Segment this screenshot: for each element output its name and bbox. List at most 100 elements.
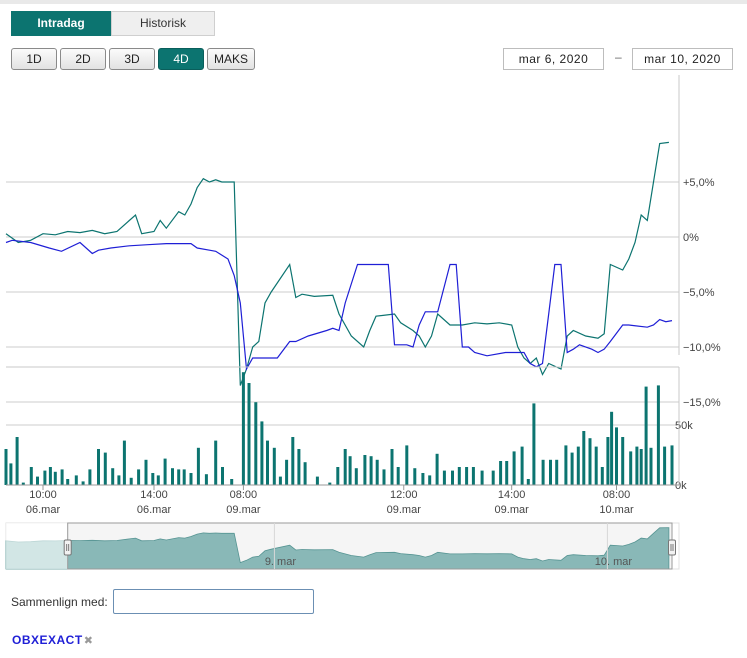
volume-bar: [615, 427, 618, 485]
volume-bar: [621, 437, 625, 485]
x-tick-time: 10:00: [29, 489, 57, 501]
volume-bar: [4, 449, 8, 485]
volume-bar: [600, 467, 604, 485]
volume-bar: [354, 468, 358, 485]
compare-input[interactable]: [112, 589, 314, 614]
compare-chip-label[interactable]: OBXEXACT: [12, 633, 83, 647]
x-tick-date: 09.mar: [387, 504, 422, 516]
volume-bar: [421, 473, 425, 485]
x-tick-date: 10.mar: [599, 504, 634, 516]
volume-bar: [15, 437, 19, 485]
volume-bar: [343, 449, 347, 485]
volume-bar: [241, 372, 245, 485]
volume-bar: [278, 476, 282, 485]
price-chart: +5,0% 0% −5,0% −10,0% −15,0% 50k 0k 10:00 06.mar…: [4, 75, 721, 570]
volume-bar: [266, 440, 269, 485]
volume-bar: [204, 474, 208, 485]
volume-bar: [639, 449, 643, 485]
volume-bar: [43, 470, 47, 485]
x-tick-time: 14:00: [140, 489, 168, 501]
volume-bar: [382, 469, 386, 485]
volume-bar: [137, 469, 141, 485]
date-from-input[interactable]: mar 6, 2020: [503, 48, 604, 70]
volume-bar: [156, 475, 160, 485]
y-tick-label: 0%: [683, 232, 699, 244]
volume-bar: [9, 463, 13, 485]
volume-bar: [649, 447, 653, 485]
range-1d-button[interactable]: 1D: [11, 48, 57, 70]
volume-bar: [428, 475, 432, 485]
volume-bar: [103, 452, 107, 485]
volume-bar: [53, 471, 57, 485]
volume-bar: [526, 479, 530, 485]
x-tick-time: 12:00: [390, 489, 418, 501]
volume-bar: [363, 455, 367, 485]
volume-bar: [435, 453, 439, 485]
volume-bar: [564, 445, 568, 485]
volume-bar: [196, 447, 200, 485]
volume-bar: [375, 459, 379, 485]
volume-bar: [315, 476, 319, 485]
volume-bar: [29, 467, 33, 485]
volume-bar: [582, 431, 586, 485]
volume-bar: [520, 446, 524, 485]
volume-bar: [74, 475, 78, 485]
x-tick-date: 06.mar: [137, 504, 172, 516]
close-icon[interactable]: ✖: [84, 634, 93, 647]
volume-bar: [610, 411, 614, 485]
volume-bar: [570, 452, 574, 485]
navigator-handle[interactable]: [63, 539, 72, 556]
volume-bar: [117, 475, 121, 485]
volume-bar: [451, 470, 454, 485]
volume-bar: [272, 447, 276, 485]
navigator-handle[interactable]: [668, 539, 676, 556]
range-3d-button[interactable]: 3D: [109, 48, 155, 70]
range-2d-button[interactable]: 2D: [60, 48, 106, 70]
volume-bar: [499, 461, 503, 485]
volume-bar: [606, 437, 610, 485]
tab-intradag[interactable]: Intradag: [11, 11, 111, 36]
volume-bar: [303, 462, 307, 485]
volume-bar: [182, 469, 186, 485]
volume-bar: [214, 440, 218, 485]
volume-bar: [663, 446, 667, 485]
volume-bar: [505, 461, 509, 485]
y-tick-label: −15,0%: [683, 397, 721, 409]
volume-bar: [635, 446, 639, 485]
navigator-label: 9. mar: [265, 556, 297, 568]
volume-bar: [549, 459, 552, 485]
volume-bar: [189, 473, 193, 485]
volume-bar: [541, 459, 545, 485]
volume-bar: [81, 481, 85, 485]
navigator-selection: [67, 522, 673, 570]
volume-bar: [247, 383, 251, 485]
volume-bar: [163, 458, 167, 485]
volume-bar: [60, 469, 64, 485]
x-tick-time: 08:00: [230, 489, 258, 501]
volume-bar: [285, 459, 289, 485]
tab-historisk[interactable]: Historisk: [111, 11, 215, 36]
navigator-mask: [6, 523, 68, 569]
range-maks-button[interactable]: MAKS: [207, 48, 256, 70]
volume-bar: [644, 386, 648, 485]
volume-bar: [396, 467, 400, 485]
volume-bar: [177, 469, 181, 485]
volume-bar: [670, 445, 674, 485]
date-separator: –: [615, 50, 622, 64]
volume-bar: [151, 473, 155, 485]
y-tick-label: −5,0%: [683, 287, 715, 299]
x-tick-date: 06.mar: [26, 504, 61, 516]
x-tick-date: 09.mar: [495, 504, 530, 516]
range-4d-button[interactable]: 4D: [158, 48, 204, 70]
volume-bar: [230, 479, 234, 485]
volume-bar: [221, 467, 224, 485]
volume-bar: [471, 467, 475, 485]
volume-bar: [588, 438, 592, 485]
date-to-input[interactable]: mar 10, 2020: [632, 48, 733, 70]
volume-bar: [555, 459, 559, 485]
volume-bar: [36, 476, 39, 485]
volume-bar: [129, 477, 133, 485]
volume-bar: [576, 446, 580, 485]
volume-bar: [491, 470, 495, 485]
volume-bar: [369, 456, 373, 485]
